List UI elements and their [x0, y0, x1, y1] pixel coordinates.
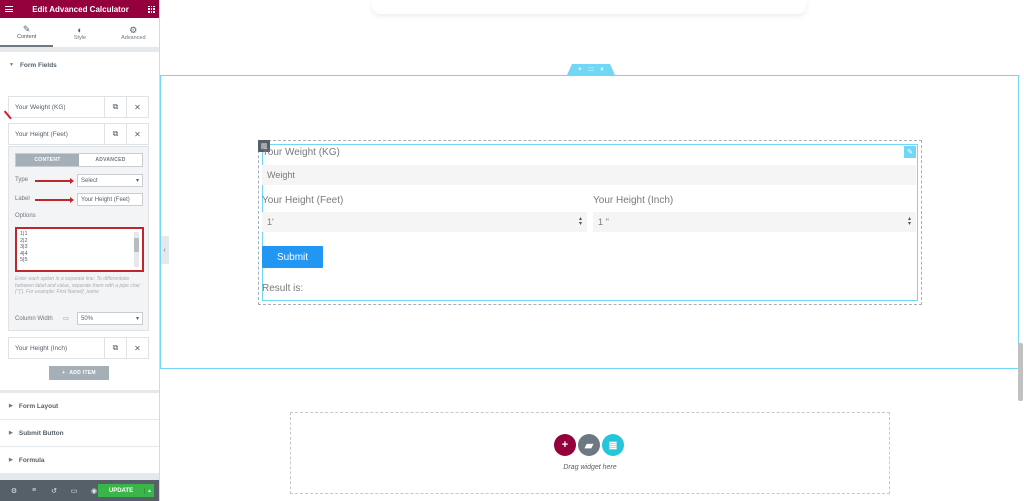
height-feet-value: 1' [267, 217, 274, 227]
tab-advanced[interactable]: ⚙ Advanced [107, 18, 159, 47]
column-width-value: 50% [81, 315, 94, 322]
navigator-icon[interactable]: ≡ [24, 487, 44, 494]
annotation-arrow [35, 197, 74, 202]
panel-header: Edit Advanced Calculator [0, 0, 159, 18]
close-icon[interactable]: ✕ [126, 97, 148, 117]
repeater-item-label: Your Height (Feet) [15, 130, 68, 138]
seg-content[interactable]: CONTENT [16, 154, 79, 166]
chevron-down-icon: ▾ [135, 178, 139, 184]
height-inch-value: 1 '' [598, 217, 609, 227]
section-submit-button[interactable]: ▶ Submit Button [0, 420, 159, 446]
section-label: Form Layout [18, 402, 59, 410]
template-library-icon[interactable]: ≣ [602, 434, 624, 456]
settings-icon[interactable]: ⚙ [4, 487, 24, 495]
history-icon[interactable]: ↺ [44, 487, 64, 495]
height-inch-label: Your Height (Inch) [593, 195, 674, 206]
plus-icon: + [62, 370, 66, 376]
section-form-fields-label: Form Fields [19, 61, 57, 69]
template-folder-icon[interactable]: ▰ [578, 434, 600, 456]
repeater-item-weight[interactable]: Your Weight (KG) ⧉ ✕ [8, 96, 149, 118]
caret-right-icon: ▶ [9, 457, 13, 463]
height-feet-select[interactable]: 1' ▴ ▾ [262, 212, 587, 232]
add-section-icon[interactable]: + [578, 67, 582, 73]
updown-arrows-icon: ▴ ▾ [907, 216, 911, 227]
height-inch-select[interactable]: 1 '' ▴ ▾ [593, 212, 916, 232]
tab-advanced-label: Advanced [121, 34, 146, 41]
half-circle-icon: ◐ [77, 24, 83, 35]
label-label: Label [15, 196, 30, 202]
previous-section-card [372, 0, 806, 14]
type-select[interactable]: Select ▾ [77, 174, 143, 187]
drag-section-icon[interactable]: ::: [588, 67, 594, 73]
weight-label: Your Weight (KG) [262, 147, 340, 158]
label-input[interactable]: Your Height (Feet) [77, 193, 143, 206]
delete-section-icon[interactable]: × [600, 67, 604, 73]
caret-up-icon[interactable]: ▴ [144, 487, 154, 494]
field-editor: CONTENT ADVANCED Type Select ▾ Label You… [8, 146, 149, 331]
height-feet-label: Your Height (Feet) [262, 195, 344, 206]
tab-style-label: Style [73, 34, 87, 41]
update-button[interactable]: UPDATE ▴ [98, 484, 154, 497]
updown-arrows-icon: ▴ ▾ [578, 216, 582, 227]
duplicate-icon[interactable]: ⧉ [104, 97, 126, 117]
duplicate-icon[interactable]: ⧉ [104, 124, 126, 144]
options-help-text: Enter each option in a separate line. To… [15, 276, 141, 295]
hamburger-menu-icon[interactable] [5, 6, 13, 12]
gear-icon: ⚙ [129, 24, 138, 35]
close-icon[interactable]: ✕ [126, 338, 148, 358]
responsive-icon[interactable]: ▭ [64, 487, 84, 495]
panel-tabs: ✎ Content ◐ Style ⚙ Advanced [0, 18, 159, 48]
add-item-label: ADD ITEM [69, 370, 96, 376]
edit-widget-pencil-icon[interactable]: ✎ [904, 146, 916, 158]
column-width-label: Column Width [15, 316, 53, 322]
page-scrollbar[interactable] [1018, 343, 1023, 401]
panel-title: Edit Advanced Calculator [32, 4, 129, 14]
repeater-item-label: Your Height (Inch) [15, 344, 68, 352]
tab-content-label: Content [17, 33, 37, 40]
section-label: Formula [18, 456, 45, 464]
caret-right-icon: ▶ [9, 430, 13, 436]
close-icon[interactable]: ✕ [126, 124, 148, 144]
update-label: UPDATE [108, 487, 134, 494]
result-label: Result is: [262, 283, 304, 294]
submit-button[interactable]: Submit [262, 246, 323, 268]
pencil-icon: ✎ [22, 23, 31, 34]
chevron-down-icon: ▾ [135, 316, 139, 322]
caret-right-icon: ▶ [9, 403, 13, 409]
drag-widget-text: Drag widget here [563, 464, 617, 471]
section-form-fields[interactable]: ▼ Form Fields [0, 52, 159, 78]
seg-advanced[interactable]: ADVANCED [79, 154, 142, 166]
section-formula[interactable]: ▶ Formula [0, 447, 159, 473]
panel-footer: ⚙ ≡ ↺ ▭ ◉ UPDATE ▴ [0, 480, 159, 501]
textarea-scrollbar[interactable] [134, 232, 139, 267]
widgets-grid-icon[interactable] [148, 5, 155, 13]
add-item-button[interactable]: + ADD ITEM [49, 366, 109, 380]
section-label: Submit Button [18, 429, 64, 437]
label-input-value: Your Height (Feet) [81, 196, 130, 203]
desktop-icon[interactable]: ▭ [63, 315, 69, 322]
section-handle[interactable]: + ::: × [567, 64, 615, 75]
column-width-select[interactable]: 50% ▾ [77, 312, 143, 325]
type-select-value: Select [81, 177, 98, 184]
repeater-item-label: Your Weight (KG) [15, 103, 66, 111]
option-line: 5|5 [20, 257, 28, 263]
tab-content[interactable]: ✎ Content [0, 18, 54, 47]
section-form-layout[interactable]: ▶ Form Layout [0, 393, 159, 419]
repeater-item-height-inch[interactable]: Your Height (Inch) ⧉ ✕ [8, 337, 149, 359]
repeater-item-height-feet[interactable]: Your Height (Feet) ⧉ ✕ [8, 123, 149, 145]
options-textarea[interactable]: 1|1 2|2 3|3 4|4 5|5 [15, 227, 144, 272]
caret-down-icon: ▼ [9, 62, 14, 68]
content-advanced-switch: CONTENT ADVANCED [15, 153, 143, 167]
tab-style[interactable]: ◐ Style [53, 18, 106, 47]
type-label: Type [15, 177, 29, 183]
annotation-arrow [35, 178, 74, 183]
weight-placeholder: Weight [267, 170, 295, 180]
editor-panel: Edit Advanced Calculator ✎ Content ◐ Sty… [0, 0, 160, 501]
weight-input[interactable]: Weight [262, 165, 916, 185]
duplicate-icon[interactable]: ⧉ [104, 338, 126, 358]
add-new-section-plus-icon[interactable]: + [554, 434, 576, 456]
options-label: Options [15, 213, 36, 219]
